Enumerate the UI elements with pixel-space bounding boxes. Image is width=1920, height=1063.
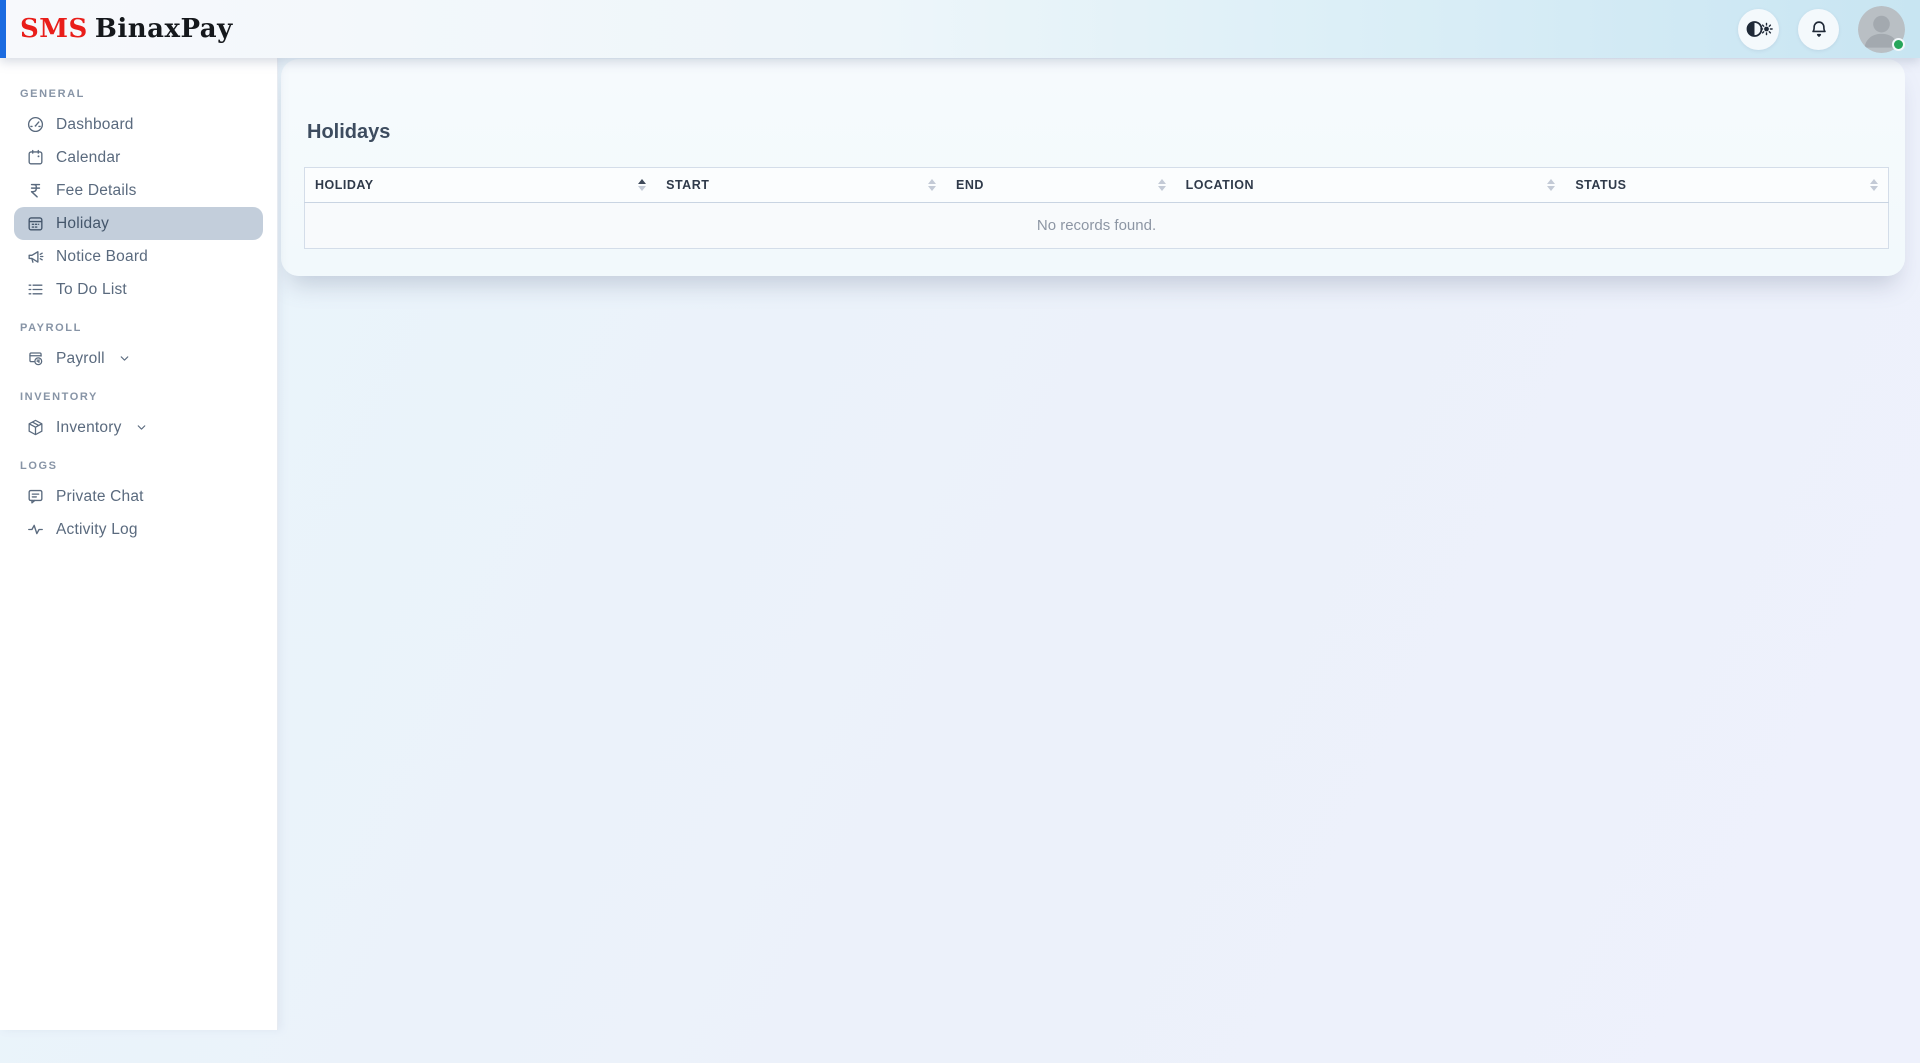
user-avatar[interactable] [1858,6,1905,53]
sidebar-item-label: Calendar [56,149,121,167]
sidebar-item-holiday[interactable]: Holiday [14,207,263,240]
column-label: START [666,178,709,192]
bell-icon [1808,18,1830,40]
sort-arrows-icon [1870,179,1878,191]
chevron-down-icon [118,352,131,365]
sidebar-item-label: To Do List [56,281,127,299]
column-label: HOLIDAY [315,178,374,192]
column-header-location[interactable]: LOCATION [1176,168,1566,203]
notifications-button[interactable] [1798,9,1839,50]
gauge-icon [26,115,45,134]
sidebar-section-general: GENERAL [20,88,257,100]
page-title: Holidays [307,121,390,144]
sidebar-item-private-chat[interactable]: Private Chat [14,480,263,513]
empty-message: No records found. [305,203,1889,249]
calendar-icon [26,148,45,167]
sort-arrows-icon [928,179,936,191]
sort-arrows-icon [638,179,646,191]
column-header-start[interactable]: START [656,168,946,203]
todo-list-icon [26,280,45,299]
topbar-actions [1738,6,1920,53]
column-label: LOCATION [1186,178,1254,192]
sidebar-item-calendar[interactable]: Calendar [14,141,263,174]
brand-name: BinaxPay [95,14,233,44]
sidebar-item-payroll[interactable]: Payroll [14,342,263,375]
sidebar-item-label: Fee Details [56,182,137,200]
top-bar: SMSBinaxPay [0,0,1920,58]
table-empty-row: No records found. [305,203,1889,249]
table-header-row: HOLIDAY START END [305,168,1889,203]
sort-arrows-icon [1158,179,1166,191]
sidebar-item-inventory[interactable]: Inventory [14,411,263,444]
holidays-table: HOLIDAY START END [304,167,1889,249]
sort-arrows-icon [1547,179,1555,191]
sidebar-section-inventory: INVENTORY [20,391,257,403]
sidebar-item-dashboard[interactable]: Dashboard [14,108,263,141]
activity-pulse-icon [26,520,45,539]
theme-toggle-icon [1745,18,1773,40]
column-label: STATUS [1575,178,1626,192]
sidebar-section-payroll: PAYROLL [20,322,257,334]
brand-logo[interactable]: SMSBinaxPay [20,14,233,44]
sidebar: GENERAL Dashboard Calendar [0,58,278,1030]
sidebar-item-fee-details[interactable]: Fee Details [14,174,263,207]
sidebar-item-label: Holiday [56,215,109,233]
theme-toggle-button[interactable] [1738,9,1779,50]
chevron-down-icon [135,421,148,434]
column-header-holiday[interactable]: HOLIDAY [305,168,657,203]
megaphone-icon [26,247,45,266]
holiday-calendar-icon [26,214,45,233]
sidebar-item-label: Activity Log [56,521,138,539]
sidebar-item-label: Dashboard [56,116,134,134]
online-status-dot [1892,38,1905,51]
sidebar-item-activity-log[interactable]: Activity Log [14,513,263,546]
column-header-end[interactable]: END [946,168,1176,203]
brand-accent-bar [0,0,6,58]
sidebar-item-notice-board[interactable]: Notice Board [14,240,263,273]
holidays-card: Holidays HOLIDAY START [281,59,1905,276]
inventory-box-icon [26,418,45,437]
sidebar-item-label: Private Chat [56,488,144,506]
rupee-icon [26,181,45,200]
column-header-status[interactable]: STATUS [1565,168,1888,203]
brand-prefix: SMS [20,14,88,44]
chat-bubble-icon [26,487,45,506]
sidebar-item-label: Inventory [56,419,122,437]
sidebar-item-label: Payroll [56,350,105,368]
payroll-coin-icon [26,349,45,368]
sidebar-item-to-do-list[interactable]: To Do List [14,273,263,306]
sidebar-item-label: Notice Board [56,248,148,266]
column-label: END [956,178,984,192]
sidebar-section-logs: LOGS [20,460,257,472]
